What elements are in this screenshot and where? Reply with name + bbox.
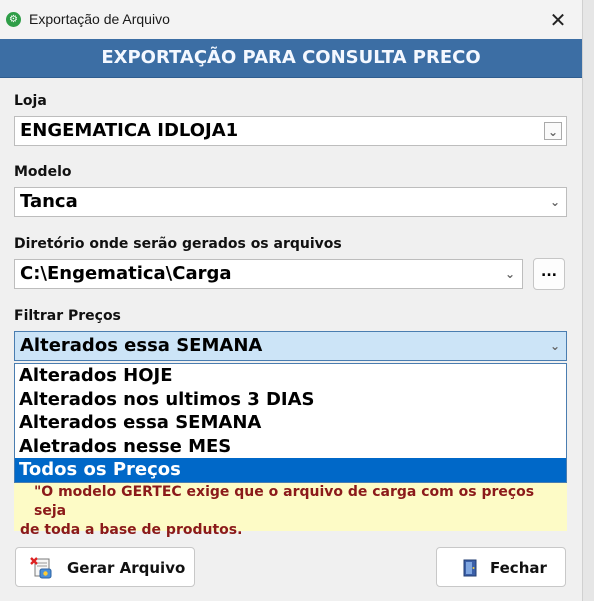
chevron-down-icon[interactable]: ⌄ xyxy=(501,265,519,283)
loja-select[interactable]: ENGEMATICA IDLOJA1 ⌄ xyxy=(14,116,567,146)
fechar-label: Fechar xyxy=(490,559,547,577)
header-banner: EXPORTAÇÃO PARA CONSULTA PRECO xyxy=(0,39,582,78)
app-icon: ⚙ xyxy=(6,12,21,27)
modelo-select[interactable]: Tanca ⌄ xyxy=(14,187,567,217)
dropdown-option-semana[interactable]: Alterados essa SEMANA xyxy=(15,411,566,435)
modelo-label: Modelo xyxy=(14,164,72,180)
filtro-dropdown-list: Alterados HOJE Alterados nos ultimos 3 D… xyxy=(14,363,567,483)
gertec-notice: "O modelo GERTEC exige que o arquivo de … xyxy=(14,483,567,538)
chevron-down-icon[interactable]: ⌄ xyxy=(546,193,564,211)
gerar-arquivo-label: Gerar Arquivo xyxy=(67,559,186,577)
fechar-button[interactable]: Fechar xyxy=(436,547,566,587)
loja-label: Loja xyxy=(14,93,47,109)
diretorio-value: C:\Engematica\Carga xyxy=(20,263,232,284)
notice-line-2: de toda a base de produtos. xyxy=(20,522,243,538)
door-exit-icon xyxy=(463,559,477,577)
chevron-down-icon[interactable]: ⌄ xyxy=(544,122,562,140)
dropdown-option-3-dias[interactable]: Alterados nos ultimos 3 DIAS xyxy=(15,388,566,412)
export-dialog: ⚙ Exportação de Arquivo ✕ EXPORTAÇÃO PAR… xyxy=(0,0,583,601)
diretorio-label: Diretório onde serão gerados os arquivos xyxy=(14,236,342,252)
chevron-down-icon[interactable]: ⌄ xyxy=(546,337,564,355)
dropdown-option-mes[interactable]: Aletrados nesse MES xyxy=(15,435,566,459)
diretorio-select[interactable]: C:\Engematica\Carga ⌄ xyxy=(14,259,523,289)
close-button[interactable]: ✕ xyxy=(538,4,578,36)
browse-button[interactable]: ... xyxy=(533,258,565,290)
filtro-select[interactable]: Alterados essa SEMANA ⌄ xyxy=(14,331,567,361)
window-title: Exportação de Arquivo xyxy=(29,11,170,27)
export-file-icon xyxy=(30,557,52,579)
dropdown-option-hoje[interactable]: Alterados HOJE xyxy=(15,364,566,388)
filtro-value: Alterados essa SEMANA xyxy=(20,335,263,356)
title-bar: ⚙ Exportação de Arquivo ✕ xyxy=(0,0,582,39)
loja-value: ENGEMATICA IDLOJA1 xyxy=(20,120,239,141)
modelo-value: Tanca xyxy=(20,191,78,212)
notice-line-1: "O modelo GERTEC exige que o arquivo de … xyxy=(34,484,535,519)
dropdown-option-todos[interactable]: Todos os Preços xyxy=(15,458,566,482)
filtro-label: Filtrar Preços xyxy=(14,308,121,324)
gerar-arquivo-button[interactable]: Gerar Arquivo xyxy=(15,547,195,587)
